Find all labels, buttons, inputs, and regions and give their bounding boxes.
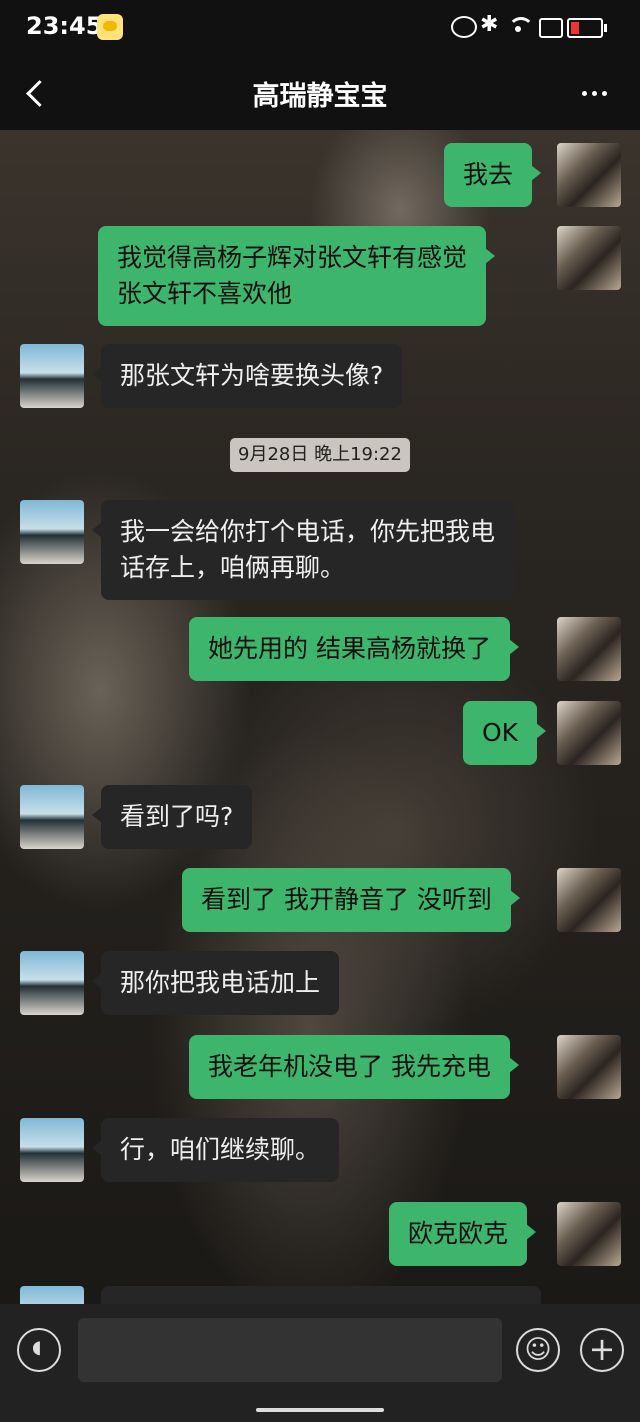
contact-avatar[interactable] [20, 785, 84, 849]
message-timestamp: 9月28日 晚上19:22 [230, 438, 410, 472]
emoji-icon[interactable]: ☺ [516, 1328, 560, 1372]
voice-input-icon[interactable] [17, 1328, 61, 1372]
input-bar: ☺ + [0, 1304, 640, 1422]
wifi-icon [506, 14, 534, 40]
my-avatar[interactable] [557, 868, 621, 932]
message-bubble-incoming[interactable] [101, 1286, 541, 1304]
chat-header: 高瑞静宝宝 [0, 56, 640, 130]
my-avatar[interactable] [557, 143, 621, 207]
message-bubble-incoming[interactable]: 那你把我电话加上 [91, 951, 340, 1015]
alarm-icon [451, 16, 477, 38]
battery-level [571, 22, 579, 34]
status-bar: 23:45 ✱ [0, 0, 640, 56]
my-avatar[interactable] [557, 617, 621, 681]
plus-icon[interactable]: + [580, 1328, 624, 1372]
no-signal-icon [539, 18, 563, 38]
more-dots-icon[interactable] [578, 78, 610, 108]
message-bubble-incoming[interactable]: 行，咱们继续聊。 [91, 1118, 340, 1182]
message-bubble-outgoing[interactable]: 欧克欧克 [389, 1202, 537, 1266]
my-avatar[interactable] [557, 1202, 621, 1266]
message-bubble-outgoing[interactable]: 她先用的 结果高杨就换了 [189, 617, 519, 681]
contact-avatar[interactable] [20, 1286, 84, 1304]
battery-icon [567, 18, 607, 38]
app-notification-icon [97, 14, 123, 40]
message-input[interactable] [78, 1318, 502, 1382]
my-avatar[interactable] [557, 226, 621, 290]
status-time: 23:45 [26, 12, 103, 40]
bluetooth-icon: ✱ [480, 12, 499, 37]
message-bubble-incoming[interactable]: 那张文轩为啥要换头像? [91, 344, 403, 408]
message-bubble-incoming[interactable]: 看到了吗? [91, 785, 253, 849]
contact-avatar[interactable] [20, 500, 84, 564]
message-bubble-outgoing[interactable]: 看到了 我开静音了 没听到 [182, 868, 520, 932]
contact-avatar[interactable] [20, 344, 84, 408]
my-avatar[interactable] [557, 1035, 621, 1099]
message-bubble-outgoing[interactable]: 我老年机没电了 我先充电 [189, 1035, 519, 1099]
chat-title: 高瑞静宝宝 [252, 81, 388, 112]
home-indicator[interactable] [256, 1408, 384, 1412]
my-avatar[interactable] [557, 701, 621, 765]
message-bubble-outgoing[interactable]: 我觉得高杨子辉对张文轩有感觉 张文轩不喜欢他 [98, 226, 496, 326]
message-bubble-outgoing[interactable]: OK [463, 701, 547, 765]
contact-avatar[interactable] [20, 1118, 84, 1182]
message-bubble-incoming[interactable]: 我一会给你打个电话，你先把我电 话存上，咱俩再聊。 [91, 500, 515, 600]
chat-area[interactable]: 我去 我觉得高杨子辉对张文轩有感觉 张文轩不喜欢他 那张文轩为啥要换头像? 9月… [0, 130, 640, 1304]
contact-avatar[interactable] [20, 951, 84, 1015]
message-bubble-outgoing[interactable]: 我去 [444, 143, 542, 207]
